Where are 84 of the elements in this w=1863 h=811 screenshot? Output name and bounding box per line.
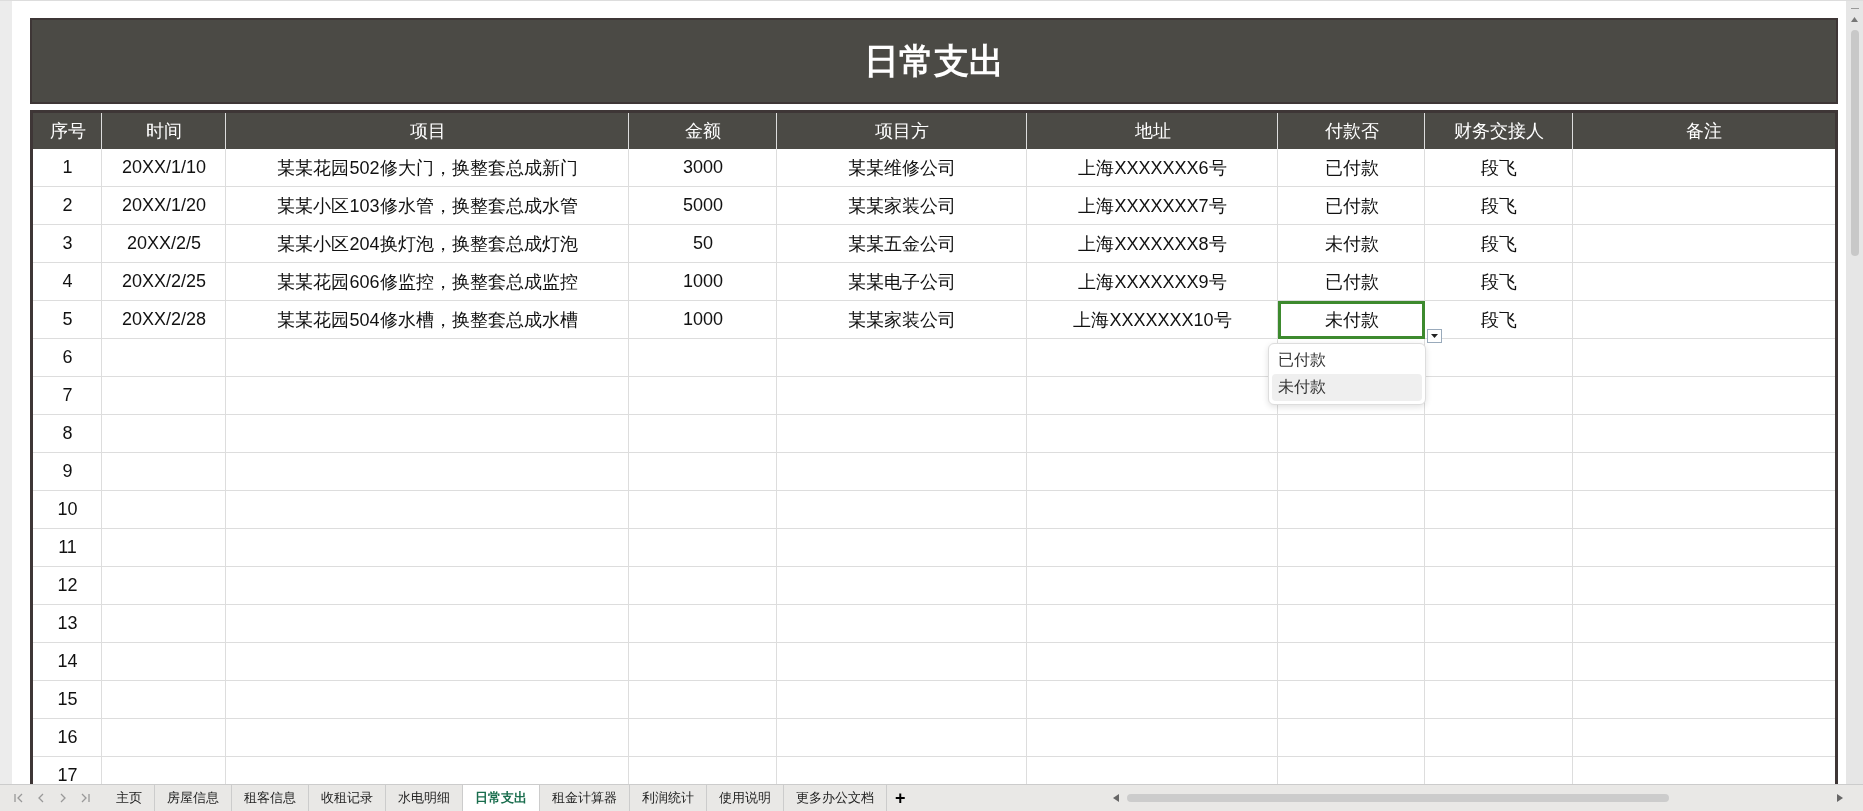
cell-text: 某某花园606修监控，换整套总成监控 bbox=[277, 270, 578, 294]
sheet-tab[interactable]: 租金计算器 bbox=[540, 785, 630, 811]
cell-text: 某某家装公司 bbox=[848, 194, 956, 218]
cell-text: 10 bbox=[57, 499, 78, 520]
cell-text: 17 bbox=[57, 765, 78, 784]
column-header: 付款否 bbox=[1278, 113, 1425, 149]
cell-text: 某某花园504修水槽，换整套总成水槽 bbox=[277, 308, 578, 332]
column-header: 时间 bbox=[102, 113, 226, 149]
sheet-title: 日常支出 bbox=[864, 39, 1004, 82]
sheet-tab[interactable]: 房屋信息 bbox=[155, 785, 232, 811]
cell-text: 上海XXXXXXX8号 bbox=[1078, 232, 1227, 256]
cell-text: 1 bbox=[62, 157, 73, 178]
cell-text: 段飞 bbox=[1481, 156, 1517, 180]
cell-text: 某某小区103修水管，换整套总成水管 bbox=[277, 194, 578, 218]
cell-text: 某某花园502修大门，换整套总成新门 bbox=[277, 156, 578, 180]
sheet-tab[interactable]: 主页 bbox=[104, 785, 155, 811]
sheet-tab[interactable]: 日常支出 bbox=[463, 785, 540, 811]
cell-text: 段飞 bbox=[1481, 194, 1517, 218]
scroll-thumb[interactable] bbox=[1850, 30, 1859, 256]
vertical-scrollbar[interactable] bbox=[1846, 1, 1863, 784]
cell-text: 5000 bbox=[682, 195, 723, 216]
table-cell[interactable]: 已付款 bbox=[1278, 187, 1425, 224]
cell-text: 上海XXXXXXX10号 bbox=[1073, 308, 1232, 332]
cell-text: 7 bbox=[62, 385, 73, 406]
cell-text: 20XX/2/25 bbox=[121, 271, 207, 292]
column-header: 地址 bbox=[1027, 113, 1278, 149]
column-header: 项目方 bbox=[777, 113, 1027, 149]
cell-text: 1000 bbox=[682, 271, 723, 292]
cell-text: 8 bbox=[62, 423, 73, 444]
cell-text: 9 bbox=[62, 461, 73, 482]
table-cell[interactable]: 已付款 bbox=[1278, 149, 1425, 186]
last-sheet-icon[interactable] bbox=[80, 793, 90, 803]
scroll-left-icon[interactable] bbox=[1113, 794, 1119, 802]
next-sheet-icon[interactable] bbox=[58, 793, 68, 803]
sheet-tab[interactable]: 利润统计 bbox=[630, 785, 707, 811]
cell-text: 5 bbox=[62, 309, 73, 330]
cell-text: 20XX/2/5 bbox=[126, 233, 202, 254]
cell-text: 2 bbox=[62, 195, 73, 216]
cell-text: 上海XXXXXXX9号 bbox=[1078, 270, 1227, 294]
cell-text: 上海XXXXXXX7号 bbox=[1078, 194, 1227, 218]
dropdown-option[interactable]: 未付款 bbox=[1272, 374, 1422, 401]
cell-text: 上海XXXXXXX6号 bbox=[1078, 156, 1227, 180]
previous-sheet-icon[interactable] bbox=[36, 793, 46, 803]
cell-text: 20XX/1/10 bbox=[121, 157, 207, 178]
cell-text: 50 bbox=[693, 233, 713, 254]
cell-text: 12 bbox=[57, 575, 78, 596]
table-cell[interactable]: 未付款 bbox=[1278, 225, 1425, 262]
dropdown-button[interactable] bbox=[1427, 329, 1442, 343]
cell-text: 1000 bbox=[682, 309, 723, 330]
cell-text: 段飞 bbox=[1481, 232, 1517, 256]
scroll-right-icon[interactable] bbox=[1837, 794, 1843, 802]
cell-text: 某某家装公司 bbox=[848, 308, 956, 332]
sheet-tab[interactable]: 租客信息 bbox=[232, 785, 309, 811]
sheet-tab[interactable]: 更多办公文档 bbox=[784, 785, 887, 811]
column-header: 序号 bbox=[33, 113, 102, 149]
cell-text: 20XX/2/28 bbox=[121, 309, 207, 330]
cell-text: 14 bbox=[57, 651, 78, 672]
cell-text: 某某维修公司 bbox=[848, 156, 956, 180]
add-sheet-button[interactable]: + bbox=[887, 785, 914, 811]
cell-text: 11 bbox=[58, 537, 77, 558]
sheet-tab[interactable]: 收租记录 bbox=[309, 785, 386, 811]
cell-text: 3 bbox=[62, 233, 73, 254]
cell-text: 某某五金公司 bbox=[848, 232, 956, 256]
cell-text: 16 bbox=[57, 727, 78, 748]
cell-text: 4 bbox=[62, 271, 73, 292]
column-header: 财务交接人 bbox=[1425, 113, 1573, 149]
scroll-thumb[interactable] bbox=[1127, 794, 1669, 802]
cell-text: 3000 bbox=[682, 157, 723, 178]
column-header: 项目 bbox=[226, 113, 629, 149]
cell-text: 6 bbox=[62, 347, 73, 368]
first-sheet-icon[interactable] bbox=[14, 793, 24, 803]
cell-text: 13 bbox=[57, 613, 78, 634]
cell-text: 某某电子公司 bbox=[848, 270, 956, 294]
column-header: 备注 bbox=[1685, 120, 1723, 143]
dropdown-option[interactable]: 已付款 bbox=[1272, 347, 1422, 374]
column-header: 金额 bbox=[629, 113, 777, 149]
cell-text: 段飞 bbox=[1481, 270, 1517, 294]
sheet-tab[interactable]: 使用说明 bbox=[707, 785, 784, 811]
table-cell[interactable]: 已付款 bbox=[1278, 263, 1425, 300]
cell-text: 15 bbox=[57, 689, 78, 710]
cell-text: 某某小区204换灯泡，换整套总成灯泡 bbox=[277, 232, 578, 256]
scroll-up-icon[interactable] bbox=[1851, 17, 1858, 22]
cell-text: 段飞 bbox=[1481, 308, 1517, 332]
cell-text: 20XX/1/20 bbox=[121, 195, 207, 216]
